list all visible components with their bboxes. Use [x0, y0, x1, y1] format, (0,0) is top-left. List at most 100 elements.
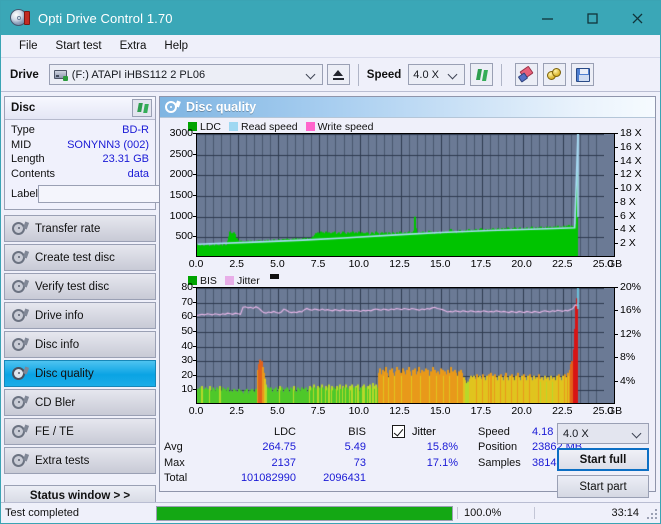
y2-tick-label: 8%	[620, 351, 636, 364]
sidebar-item-label: Disc info	[35, 338, 80, 351]
legend-swatch-jitter	[224, 276, 234, 285]
y2-tick-label: 20%	[620, 281, 642, 293]
sidebar-item-verify-test-disc[interactable]: Verify test disc	[4, 273, 156, 300]
menu-item-extra[interactable]: Extra	[111, 38, 156, 55]
bis-plot	[196, 287, 615, 404]
start-full-button[interactable]: Start full	[557, 448, 649, 471]
sidebar-item-label: CD Bler	[35, 396, 76, 409]
y2-tick-label: 4 X	[620, 223, 636, 236]
disc-contents-value: data	[127, 167, 149, 180]
disc-label-row: Label	[11, 183, 241, 204]
save-button[interactable]	[571, 63, 595, 86]
x-tick-label: 5.0	[270, 258, 285, 270]
resize-grip-icon[interactable]	[645, 507, 657, 519]
y-tick-label: 60	[181, 310, 193, 323]
toolbar-divider	[357, 63, 359, 86]
disc-quality-card: Disc quality LDC Read speed Write speed	[159, 96, 656, 498]
stats-avg-bis: 5.49	[344, 441, 366, 454]
y2-tick-label: 8 X	[620, 195, 636, 208]
disc-test-icon	[12, 337, 30, 352]
disc-test-icon	[12, 250, 30, 265]
x-tick-label: 15.0	[429, 405, 451, 417]
menu-item-file[interactable]: File	[10, 38, 47, 55]
close-icon[interactable]	[615, 1, 660, 35]
stats-col-bis: BIS	[348, 425, 366, 438]
maximize-icon[interactable]	[570, 1, 615, 35]
legend-label-write-speed: Write speed	[317, 120, 374, 133]
ldc-speed-axis: 2 X4 X6 X8 X 10 X 12 X 14 X 16 X 18 X	[615, 127, 653, 257]
bis-chart: BIS Jitter 10 20 30 40 50 60 70 80 4% 8% 12% 16% 20…	[162, 274, 653, 419]
stats-total-bis: 2096431	[323, 472, 366, 485]
drive-select[interactable]: (F:) ATAPI iHBS112 2 PL06	[48, 64, 323, 85]
coins-button[interactable]	[543, 63, 567, 86]
stats-panel: LDC BIS Avg 264.75 5.49 Max 2137 73 Tota…	[160, 419, 655, 498]
eraser-icon	[518, 65, 534, 83]
y-tick-label: 1500	[169, 189, 193, 201]
speed-select[interactable]: 4.0 X	[408, 64, 466, 85]
x-tick-label: 20.0	[511, 258, 532, 270]
y2-tick-label: 12%	[620, 327, 642, 340]
sidebar-item-label: Create test disc	[35, 251, 115, 264]
disc-test-icon	[12, 279, 30, 294]
x-tick-label: 15.0	[429, 258, 451, 270]
legend-marker-black	[269, 274, 279, 279]
disc-test-icon	[12, 366, 30, 381]
disc-refresh-button[interactable]	[132, 99, 152, 117]
x-axis-unit: GB	[607, 258, 623, 270]
disc-row-mid: MID SONYNN3 (002)	[11, 138, 149, 153]
sidebar-item-create-test-disc[interactable]: Create test disc	[4, 244, 156, 271]
y2-tick-label: 2 X	[620, 237, 636, 250]
sidebar-item-fe-te[interactable]: FE / TE	[4, 418, 156, 445]
jitter-label: Jitter	[412, 425, 436, 438]
sidebar-item-extra-tests[interactable]: Extra tests	[4, 447, 156, 474]
legend-label-bis: BIS	[200, 274, 217, 287]
refresh-icon	[136, 102, 149, 114]
jitter-max-value: 17.1%	[426, 456, 458, 469]
disc-test-icon	[165, 99, 181, 114]
disc-mid-value: SONYNN3 (002)	[67, 138, 149, 151]
sidebar-item-label: Verify test disc	[35, 280, 110, 293]
ldc-x-axis: 0.0 2.5 5.0 7.5 10.0 12.5 15.0 17.5 20.0 22.5 25.0…	[189, 257, 622, 272]
status-bar: Test completed 100.0% 33:14	[1, 502, 660, 523]
y2-tick-label: 6 X	[620, 209, 636, 222]
toolbar-divider	[501, 63, 503, 86]
y-tick-label: 1000	[169, 209, 193, 222]
x-tick-label: 0.0	[188, 405, 204, 417]
x-tick-label: 12.5	[389, 405, 410, 417]
sidebar-item-transfer-rate[interactable]: Transfer rate	[4, 215, 156, 242]
test-speed-select[interactable]: 4.0 X	[557, 423, 649, 444]
x-tick-label: 7.5	[310, 258, 326, 270]
disc-row-type: Type BD-R	[11, 123, 149, 138]
sidebar-item-drive-info[interactable]: Drive info	[4, 302, 156, 329]
menu-item-start-test[interactable]: Start test	[47, 38, 111, 55]
speed-key: Speed	[478, 425, 510, 438]
jitter-column: Jitter 15.8% 17.1%	[392, 424, 458, 491]
x-tick-label: 17.5	[470, 258, 492, 270]
y-tick-label: 20	[181, 368, 193, 381]
ldc-plot	[196, 133, 615, 257]
sidebar-item-disc-info[interactable]: Disc info	[4, 331, 156, 358]
erase-button[interactable]	[515, 63, 539, 86]
drive-icon	[53, 68, 68, 81]
stats-total-ldc: 101082990	[240, 472, 296, 485]
start-part-button[interactable]: Start part	[557, 475, 649, 498]
x-tick-label: 7.5	[310, 405, 326, 417]
jitter-checkbox[interactable]	[392, 425, 405, 439]
x-axis-unit: GB	[607, 405, 623, 417]
floppy-save-icon	[575, 67, 590, 82]
disc-row-contents: Contents data	[11, 167, 149, 182]
disc-panel: Disc Type BD-R MID SONYNN3 (002) Length …	[4, 96, 241, 210]
ldc-chart: LDC Read speed Write speed 500 1000 1500 20…	[162, 120, 653, 272]
app-window: Opti Drive Control 1.70 File Start test …	[0, 0, 661, 524]
table-row: Avg 264.75 5.49	[164, 440, 366, 456]
refresh-button[interactable]	[470, 63, 494, 86]
sidebar-item-disc-quality[interactable]: Disc quality	[4, 360, 156, 387]
menu-item-help[interactable]: Help	[155, 38, 197, 55]
y2-tick-label: 12 X	[620, 168, 642, 181]
minimize-icon[interactable]	[525, 1, 570, 35]
y2-tick-label: 16%	[620, 304, 642, 317]
eject-button[interactable]	[326, 64, 350, 85]
sidebar-item-cd-bler[interactable]: CD Bler	[4, 389, 156, 416]
speed-label: Speed	[366, 68, 402, 81]
legend-label-read-speed: Read speed	[241, 120, 298, 133]
